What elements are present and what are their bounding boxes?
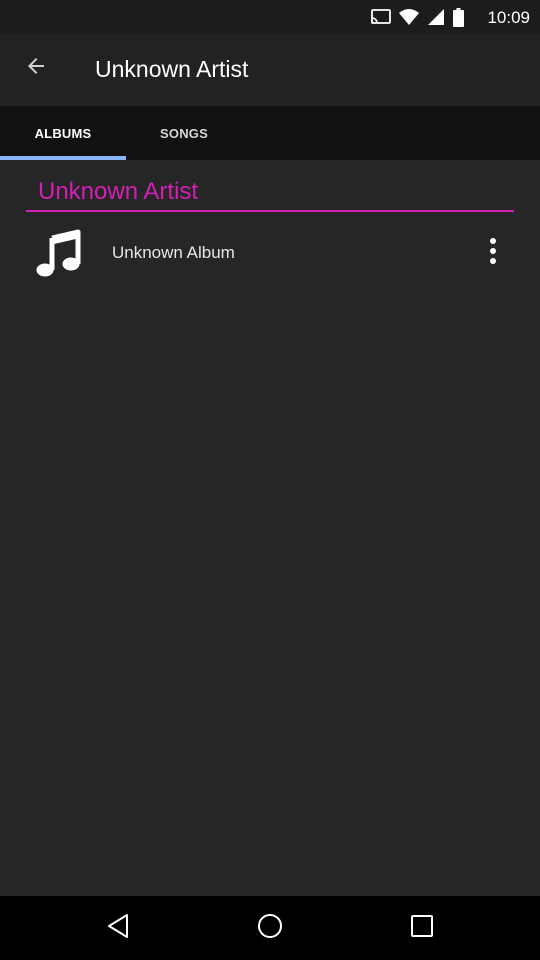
back-button[interactable]: [12, 44, 60, 92]
section-header: Unknown Artist: [38, 178, 199, 205]
nav-back-icon: [106, 913, 130, 944]
tab-indicator: [0, 156, 126, 160]
more-options-button[interactable]: [474, 230, 512, 276]
nav-home-icon: [257, 913, 283, 944]
wifi-icon: [399, 8, 419, 26]
nav-back-button[interactable]: [90, 906, 146, 950]
signal-icon: [427, 8, 445, 26]
status-bar: 10:09: [0, 0, 540, 34]
list-item[interactable]: Unknown Album: [0, 222, 540, 284]
status-icons: [371, 7, 464, 27]
more-vert-icon: [489, 237, 497, 270]
screen: 10:09 Unknown Artist ALBUMS SONGS Unknow…: [0, 0, 540, 960]
nav-home-button[interactable]: [242, 906, 298, 950]
app-bar: Unknown Artist: [0, 34, 540, 106]
battery-icon: [453, 7, 464, 27]
section-divider: [26, 210, 514, 212]
tab-albums[interactable]: ALBUMS: [0, 106, 126, 160]
album-title: Unknown Album: [112, 243, 235, 262]
arrow-back-icon: [24, 54, 48, 83]
music-note-icon: [34, 228, 84, 278]
nav-recents-icon: [410, 914, 434, 943]
cast-icon: [371, 8, 391, 26]
status-time: 10:09: [487, 8, 530, 27]
page-title: Unknown Artist: [95, 56, 249, 82]
navigation-bar: [0, 896, 540, 960]
nav-recents-button[interactable]: [394, 906, 450, 950]
tab-songs[interactable]: SONGS: [126, 106, 242, 160]
tab-bar: ALBUMS SONGS: [0, 106, 540, 160]
